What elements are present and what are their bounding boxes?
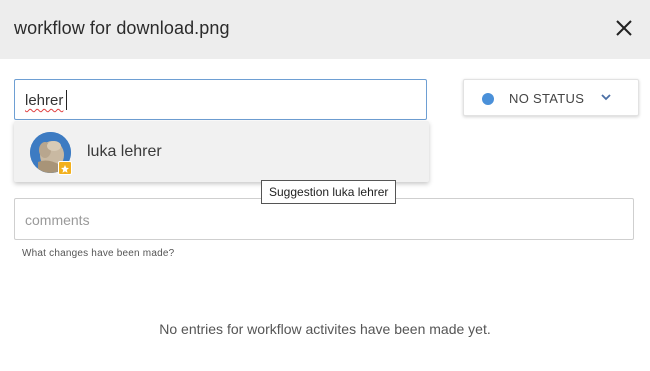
status-label: NO STATUS: [509, 91, 585, 106]
suggestion-tooltip: Suggestion luka lehrer: [261, 180, 397, 204]
text-caret: [66, 90, 67, 110]
dialog-header: workflow for download.png: [0, 0, 650, 59]
workflow-empty-message: No entries for workflow activites have b…: [159, 321, 491, 337]
comments-input[interactable]: comments: [14, 198, 634, 240]
user-search-input[interactable]: lehrer: [14, 79, 427, 120]
suggestion-list: luka lehrer: [14, 121, 429, 182]
user-search-value[interactable]: lehrer: [25, 92, 63, 109]
star-badge-icon: [58, 161, 72, 175]
suggestion-name: luka lehrer: [87, 143, 162, 160]
dialog-title: workflow for download.png: [14, 18, 230, 38]
comments-helper-text: What changes have been made?: [22, 248, 175, 259]
chevron-down-icon[interactable]: [600, 91, 612, 103]
close-icon[interactable]: [612, 16, 636, 40]
close-button[interactable]: [612, 16, 636, 40]
workflow-dialog: workflow for download.png lehrer NO STAT…: [0, 0, 650, 371]
suggestion-item-luka-lehrer[interactable]: luka lehrer: [14, 121, 429, 182]
status-dropdown[interactable]: NO STATUS: [463, 79, 639, 116]
status-dot-icon: [482, 93, 494, 105]
comments-placeholder: comments: [25, 212, 90, 228]
